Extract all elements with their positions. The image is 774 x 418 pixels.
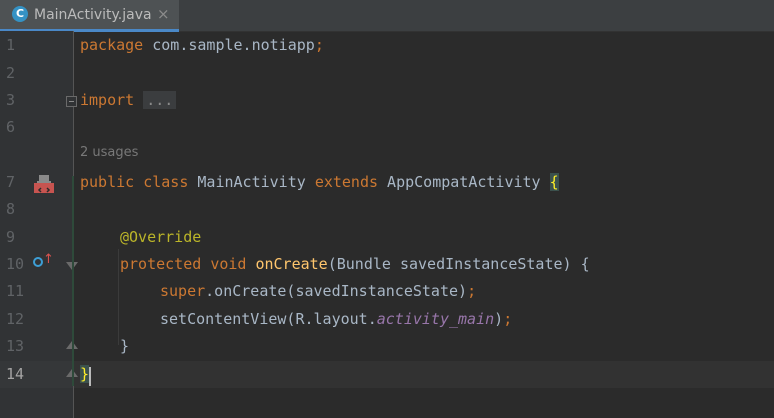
java-class-icon: C xyxy=(12,6,28,22)
code-line-3[interactable]: import ... xyxy=(80,90,177,110)
line-number: 9 xyxy=(6,228,16,246)
arrow-up-icon[interactable]: ↑ xyxy=(43,253,54,266)
code-line-7[interactable]: public class MainActivity extends AppCom… xyxy=(80,172,559,192)
semicolon: ; xyxy=(314,36,324,54)
code-text: com.sample.notiapp xyxy=(143,36,315,54)
line-number: 11 xyxy=(6,282,25,300)
code-text: (Bundle savedInstanceState) { xyxy=(327,255,590,273)
keyword: extends xyxy=(314,173,379,191)
code-line-10[interactable]: protected void onCreate(Bundle savedInst… xyxy=(120,254,590,274)
code-line-14[interactable]: } xyxy=(80,364,90,384)
class-name: MainActivity xyxy=(188,173,315,191)
annotation: @Override xyxy=(120,228,202,246)
keyword: import xyxy=(80,91,135,109)
code-line-11[interactable]: super.onCreate(savedInstanceState); xyxy=(160,281,476,301)
line-number: 1 xyxy=(6,36,16,54)
text-caret xyxy=(89,367,91,386)
line-number: 3 xyxy=(6,91,16,109)
keyword: void xyxy=(210,255,247,273)
code-text: setContentView(R.layout. xyxy=(160,310,377,328)
fold-collapse-icon[interactable] xyxy=(66,96,77,107)
keyword: public xyxy=(80,173,135,191)
brace-highlight: { xyxy=(549,173,559,191)
line-number: 10 xyxy=(6,255,25,273)
editor-tab-bar: C MainActivity.java × xyxy=(0,0,774,32)
line-number: 6 xyxy=(6,118,16,136)
usages-hint[interactable]: 2 usages xyxy=(80,145,138,160)
line-number: 2 xyxy=(6,64,16,82)
keyword: class xyxy=(143,173,189,191)
line-number-current: 14 xyxy=(6,365,25,383)
current-line-highlight xyxy=(0,361,774,388)
parent-class: AppCompatActivity xyxy=(378,173,550,191)
override-method-icon[interactable] xyxy=(33,257,43,267)
code-text: ) xyxy=(494,310,504,328)
code-line-12[interactable]: setContentView(R.layout.activity_main); xyxy=(160,309,512,329)
class-scope-indicator xyxy=(72,176,74,386)
line-number: 8 xyxy=(6,200,16,218)
semicolon: ; xyxy=(503,310,513,328)
indent-guide xyxy=(118,249,119,345)
android-activity-icon[interactable] xyxy=(33,172,55,194)
code-line-1[interactable]: package com.sample.notiapp; xyxy=(80,35,324,55)
keyword: package xyxy=(80,36,144,54)
code-line-13[interactable]: } xyxy=(120,336,129,356)
folded-imports[interactable]: ... xyxy=(143,91,177,109)
tab-title: MainActivity.java xyxy=(34,7,152,23)
line-number: 13 xyxy=(6,337,25,355)
semicolon: ; xyxy=(467,282,477,300)
closing-brace: } xyxy=(120,337,130,355)
code-editor[interactable]: 1 2 3 6 7 8 9 10 11 12 13 14 ↑ package c… xyxy=(0,31,774,418)
brace-highlight: } xyxy=(80,365,90,383)
resource-field: activity_main xyxy=(376,310,495,328)
line-number: 7 xyxy=(6,173,16,191)
code-text: .onCreate(savedInstanceState) xyxy=(205,282,468,300)
keyword: super xyxy=(160,282,206,300)
tab-mainactivity-java[interactable]: C MainActivity.java × xyxy=(0,0,179,32)
method-name: onCreate xyxy=(255,255,328,273)
line-number: 12 xyxy=(6,310,25,328)
close-icon[interactable]: × xyxy=(157,5,170,23)
keyword: protected xyxy=(120,255,202,273)
code-line-9[interactable]: @Override xyxy=(120,227,201,247)
